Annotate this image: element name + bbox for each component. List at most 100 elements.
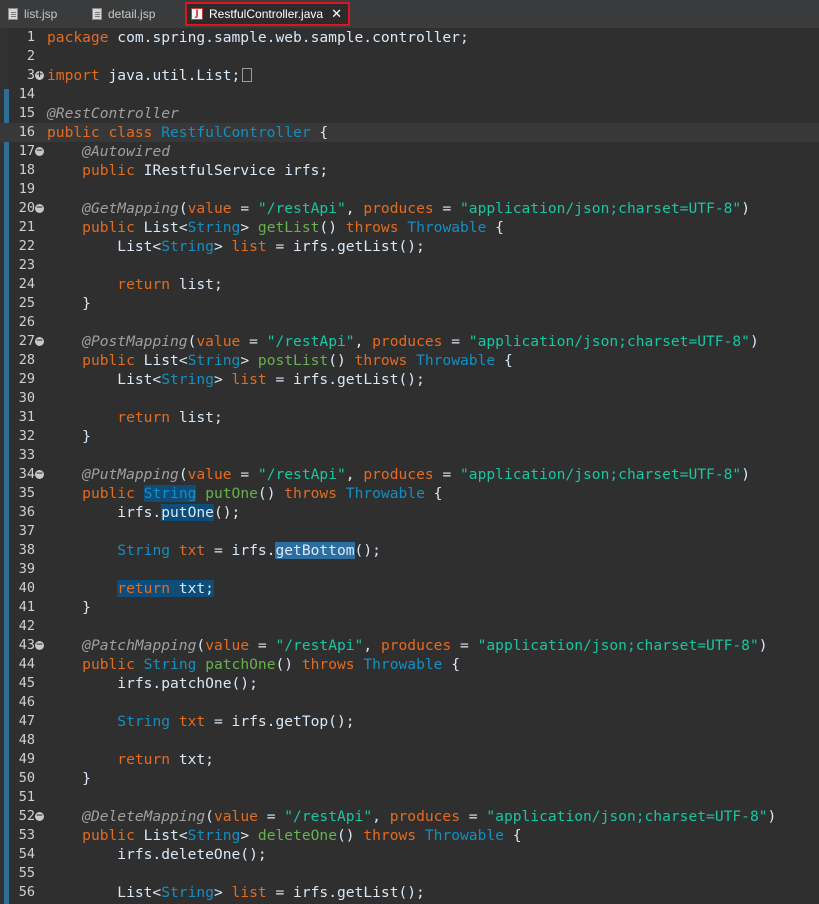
code-line[interactable]: 30 <box>0 389 819 408</box>
code-line[interactable]: 55 <box>0 864 819 883</box>
code-line[interactable]: 41 } <box>0 598 819 617</box>
collapse-fold-icon[interactable]: − <box>35 147 44 156</box>
folded-region-marker[interactable] <box>242 68 253 82</box>
code-token: , <box>363 637 381 654</box>
code-line[interactable]: 32 } <box>0 427 819 446</box>
code-token: com.spring.sample.web.sample.controller; <box>117 29 469 46</box>
code-token: { <box>495 352 513 369</box>
line-number: 54 <box>18 846 35 862</box>
code-token: Throwable <box>416 352 496 369</box>
code-line[interactable]: 25 } <box>0 294 819 313</box>
code-line[interactable]: 15 @RestController <box>0 104 819 123</box>
line-number: 3 <box>26 67 35 83</box>
code-editor[interactable]: 1 package com.spring.sample.web.sample.co… <box>0 28 819 904</box>
code-text: public List<String> deleteOne() throws T… <box>47 826 521 845</box>
line-number: 55 <box>18 865 35 881</box>
code-token: "application/json;charset=UTF-8" <box>460 466 742 483</box>
code-token: return <box>117 409 179 426</box>
line-number: 56 <box>18 884 35 900</box>
code-line[interactable]: 24 return list; <box>0 275 819 294</box>
code-line[interactable]: 51 <box>0 788 819 807</box>
code-line[interactable]: 49 return txt; <box>0 750 819 769</box>
line-number: 23 <box>18 257 35 273</box>
code-token: , <box>354 333 373 350</box>
code-line[interactable]: 18 public IRestfulService irfs; <box>0 161 819 180</box>
code-line[interactable]: 23 <box>0 256 819 275</box>
expand-fold-icon[interactable]: + <box>35 71 44 80</box>
code-line[interactable]: 40 return txt; <box>0 579 819 598</box>
code-line[interactable]: 19 <box>0 180 819 199</box>
code-text: package com.spring.sample.web.sample.con… <box>47 28 469 47</box>
code-token: "/restApi" <box>266 333 355 350</box>
code-line[interactable]: 54 irfs.deleteOne(); <box>0 845 819 864</box>
code-line[interactable]: 46 <box>0 693 819 712</box>
code-line[interactable]: 26 <box>0 313 819 332</box>
code-token: value <box>196 333 241 350</box>
code-token: list; <box>178 409 223 426</box>
tab-detail-jsp[interactable]: detail.jsp <box>92 3 155 25</box>
line-number: 26 <box>18 314 35 330</box>
code-line[interactable]: 38 String txt = irfs.getBottom(); <box>0 541 819 560</box>
code-line[interactable]: 48 <box>0 731 819 750</box>
code-line[interactable]: 33 <box>0 446 819 465</box>
code-line[interactable]: 29 List<String> list = irfs.getList(); <box>0 370 819 389</box>
code-line[interactable]: 42 <box>0 617 819 636</box>
code-line[interactable]: 14 <box>0 85 819 104</box>
code-token: @RestController <box>47 105 179 122</box>
code-line[interactable]: 43− @PatchMapping(value = "/restApi", pr… <box>0 636 819 655</box>
close-icon[interactable]: ✕ <box>331 7 342 22</box>
code-line[interactable]: 44 public String patchOne() throws Throw… <box>0 655 819 674</box>
code-line[interactable]: 28 public List<String> postList() throws… <box>0 351 819 370</box>
code-token: String <box>187 352 241 369</box>
code-line[interactable]: 45 irfs.patchOne(); <box>0 674 819 693</box>
code-token: value <box>205 637 250 654</box>
code-line[interactable]: 17− @Autowired <box>0 142 819 161</box>
code-token: @PostMapping <box>82 333 188 350</box>
code-text: } <box>47 427 91 446</box>
code-line[interactable]: 2 <box>0 47 819 66</box>
code-line[interactable]: 39 <box>0 560 819 579</box>
line-number: 24 <box>18 276 35 292</box>
code-token: produces <box>363 466 434 483</box>
code-line[interactable]: 35 public String putOne() throws Throwab… <box>0 484 819 503</box>
code-line[interactable]: 56 List<String> list = irfs.getList(); <box>0 883 819 902</box>
code-line[interactable]: 52− @DeleteMapping(value = "/restApi", p… <box>0 807 819 826</box>
code-token: @PutMapping <box>82 466 179 483</box>
code-token: value <box>187 200 232 217</box>
line-number: 34 <box>18 466 35 482</box>
code-line[interactable]: 16 public class RestfulController { <box>0 123 819 142</box>
tab-restful-controller-java[interactable]: J RestfulController.java ✕ <box>185 2 350 26</box>
collapse-fold-icon[interactable]: − <box>35 812 44 821</box>
collapse-fold-icon[interactable]: − <box>35 641 44 650</box>
code-line[interactable]: 37 <box>0 522 819 541</box>
code-line[interactable]: 1 package com.spring.sample.web.sample.co… <box>0 28 819 47</box>
collapse-fold-icon[interactable]: − <box>35 470 44 479</box>
code-token: String <box>161 238 214 255</box>
code-token: String <box>117 542 179 559</box>
code-token: String <box>117 713 179 730</box>
code-token: "application/json;charset=UTF-8" <box>477 637 759 654</box>
code-line[interactable]: 20− @GetMapping(value = "/restApi", prod… <box>0 199 819 218</box>
code-line[interactable]: 21 public List<String> getList() throws … <box>0 218 819 237</box>
code-line[interactable]: 27− @PostMapping(value = "/restApi", pro… <box>0 332 819 351</box>
collapse-fold-icon[interactable]: − <box>35 204 44 213</box>
code-line[interactable]: 31 return list; <box>0 408 819 427</box>
code-token: () <box>328 352 355 369</box>
code-token: @DeleteMapping <box>82 808 206 825</box>
code-text: irfs.deleteOne(); <box>47 845 266 864</box>
code-text: return list; <box>47 408 223 427</box>
code-line[interactable]: 36 irfs.putOne(); <box>0 503 819 522</box>
code-line[interactable]: 34− @PutMapping(value = "/restApi", prod… <box>0 465 819 484</box>
collapse-fold-icon[interactable]: − <box>35 337 44 346</box>
code-line[interactable]: 50 } <box>0 769 819 788</box>
code-line[interactable]: 53 public List<String> deleteOne() throw… <box>0 826 819 845</box>
code-line[interactable]: 22 List<String> list = irfs.getList(); <box>0 237 819 256</box>
tab-list-jsp[interactable]: list.jsp <box>8 3 57 25</box>
code-line[interactable]: 3 + import java.util.List; <box>0 66 819 85</box>
code-token: { <box>486 219 504 236</box>
code-line[interactable]: 47 String txt = irfs.getTop(); <box>0 712 819 731</box>
code-token: > <box>213 238 232 255</box>
